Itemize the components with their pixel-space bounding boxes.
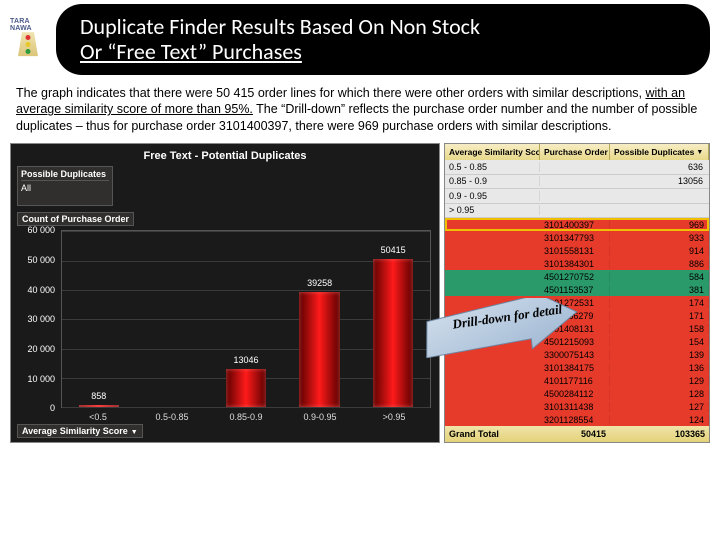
cell-po: 3101400397 <box>540 220 610 230</box>
table-row[interactable]: 3101384301886 <box>445 257 709 270</box>
footer-count: 50415 <box>540 426 610 442</box>
bucket-row[interactable]: 0.5 - 0.85636 <box>445 160 709 174</box>
bar-chart[interactable]: Free Text - Potential Duplicates Possibl… <box>10 143 440 443</box>
cell-po: 4501270752 <box>540 272 610 282</box>
cell-dup: 158 <box>610 324 709 334</box>
drilldown-table[interactable]: Average Similarity Score▼ Purchase Order… <box>444 143 710 443</box>
drilldown-arrow: Drill-down for detail <box>420 298 580 358</box>
cell-dup: 128 <box>610 389 709 399</box>
x-tick: 0.5-0.85 <box>135 412 209 422</box>
table-row[interactable]: 3101558131914 <box>445 244 709 257</box>
cell-po: 4501153537 <box>540 285 610 295</box>
y-tick: 0 <box>50 403 55 413</box>
cell-dup: 136 <box>610 363 709 373</box>
table-row[interactable]: 4501153537381 <box>445 283 709 296</box>
table-row[interactable]: 3201128554124 <box>445 413 709 426</box>
dropdown-icon: ▼ <box>131 429 138 436</box>
y-tick: 10 000 <box>27 374 55 384</box>
y-tick: 40 000 <box>27 285 55 295</box>
cell-po: 4500284112 <box>540 389 610 399</box>
table-row[interactable]: 3101384175136 <box>445 361 709 374</box>
cell-dup: 584 <box>610 272 709 282</box>
chart-title: Free Text - Potential Duplicates <box>11 144 439 165</box>
col-po[interactable]: Purchase Order▼ <box>540 144 610 160</box>
brand-name: TARA NAWA <box>10 18 46 32</box>
cell-dup: 124 <box>610 415 709 425</box>
bar-0.5-0.85[interactable] <box>136 231 210 407</box>
cell-dup: 174 <box>610 298 709 308</box>
cell-po: 3201128554 <box>540 415 610 425</box>
x-tick: >0.95 <box>357 412 431 422</box>
cell-dup: 139 <box>610 350 709 360</box>
bar-label: 39258 <box>299 278 339 288</box>
cell-dup: 886 <box>610 259 709 269</box>
x-tick: <0.5 <box>61 412 135 422</box>
page-title: Duplicate Finder Results Based On Non St… <box>56 4 710 75</box>
cell-po: 4101177116 <box>540 376 610 386</box>
chart-filter-value: All <box>21 183 109 193</box>
bar->0.95[interactable]: 50415 <box>356 231 430 407</box>
y-tick: 50 000 <box>27 255 55 265</box>
bar-0.9-0.95[interactable]: 39258 <box>283 231 357 407</box>
cell-dup: 127 <box>610 402 709 412</box>
bucket-row[interactable]: 0.9 - 0.95 <box>445 189 709 203</box>
cell-po: 3101347793 <box>540 233 610 243</box>
x-tick: 0.85-0.9 <box>209 412 283 422</box>
chart-filter-box[interactable]: Possible Duplicates All <box>17 166 113 206</box>
traffic-light-icon <box>18 32 38 60</box>
table-row[interactable]: 3101400397969 <box>445 218 709 231</box>
chart-x-axis-title[interactable]: Average Similarity Score▼ <box>17 424 143 438</box>
brand-logo: TARA NAWA <box>10 18 46 60</box>
footer-dup: 103365 <box>610 426 709 442</box>
bucket-row[interactable]: 0.85 - 0.913056 <box>445 175 709 189</box>
bar-label: 13046 <box>226 355 266 365</box>
bar-label: 50415 <box>373 245 413 255</box>
title-line-2: Or “Free Text” Purchases <box>80 38 302 65</box>
col-similarity[interactable]: Average Similarity Score▼ <box>445 144 540 160</box>
cell-dup: 969 <box>610 220 709 230</box>
cell-po: 3101311438 <box>540 402 610 412</box>
bucket-row[interactable]: > 0.95 <box>445 204 709 218</box>
y-tick: 20 000 <box>27 344 55 354</box>
table-footer: Grand Total 50415 103365 <box>445 426 709 442</box>
table-row[interactable]: 4501270752584 <box>445 270 709 283</box>
cell-dup: 129 <box>610 376 709 386</box>
table-row[interactable]: 3101347793933 <box>445 231 709 244</box>
cell-dup: 154 <box>610 337 709 347</box>
bar-label: 858 <box>79 391 119 401</box>
cell-dup: 933 <box>610 233 709 243</box>
cell-dup: 381 <box>610 285 709 295</box>
table-row[interactable]: 3101311438127 <box>445 400 709 413</box>
table-row[interactable]: 4500284112128 <box>445 387 709 400</box>
table-header: Average Similarity Score▼ Purchase Order… <box>445 144 709 160</box>
cell-dup: 171 <box>610 311 709 321</box>
y-tick: 60 000 <box>27 225 55 235</box>
table-row[interactable]: 4101177116129 <box>445 374 709 387</box>
cell-po: 3101558131 <box>540 246 610 256</box>
description-paragraph: The graph indicates that there were 50 4… <box>0 79 720 144</box>
bar-0.85-0.9[interactable]: 13046 <box>209 231 283 407</box>
title-line-1: Duplicate Finder Results Based On Non St… <box>80 13 480 40</box>
dropdown-icon: ▼ <box>696 149 703 156</box>
chart-subtitle: Count of Purchase Order <box>17 212 134 226</box>
y-tick: 30 000 <box>27 314 55 324</box>
cell-dup: 914 <box>610 246 709 256</box>
cell-po: 3101384301 <box>540 259 610 269</box>
col-duplicates[interactable]: Possible Duplicates▼ <box>610 144 709 160</box>
cell-po: 3101384175 <box>540 363 610 373</box>
chart-filter-header: Possible Duplicates <box>21 169 109 181</box>
x-tick: 0.9-0.95 <box>283 412 357 422</box>
bar-<0.5[interactable]: 858 <box>62 231 136 407</box>
footer-label: Grand Total <box>445 426 540 442</box>
